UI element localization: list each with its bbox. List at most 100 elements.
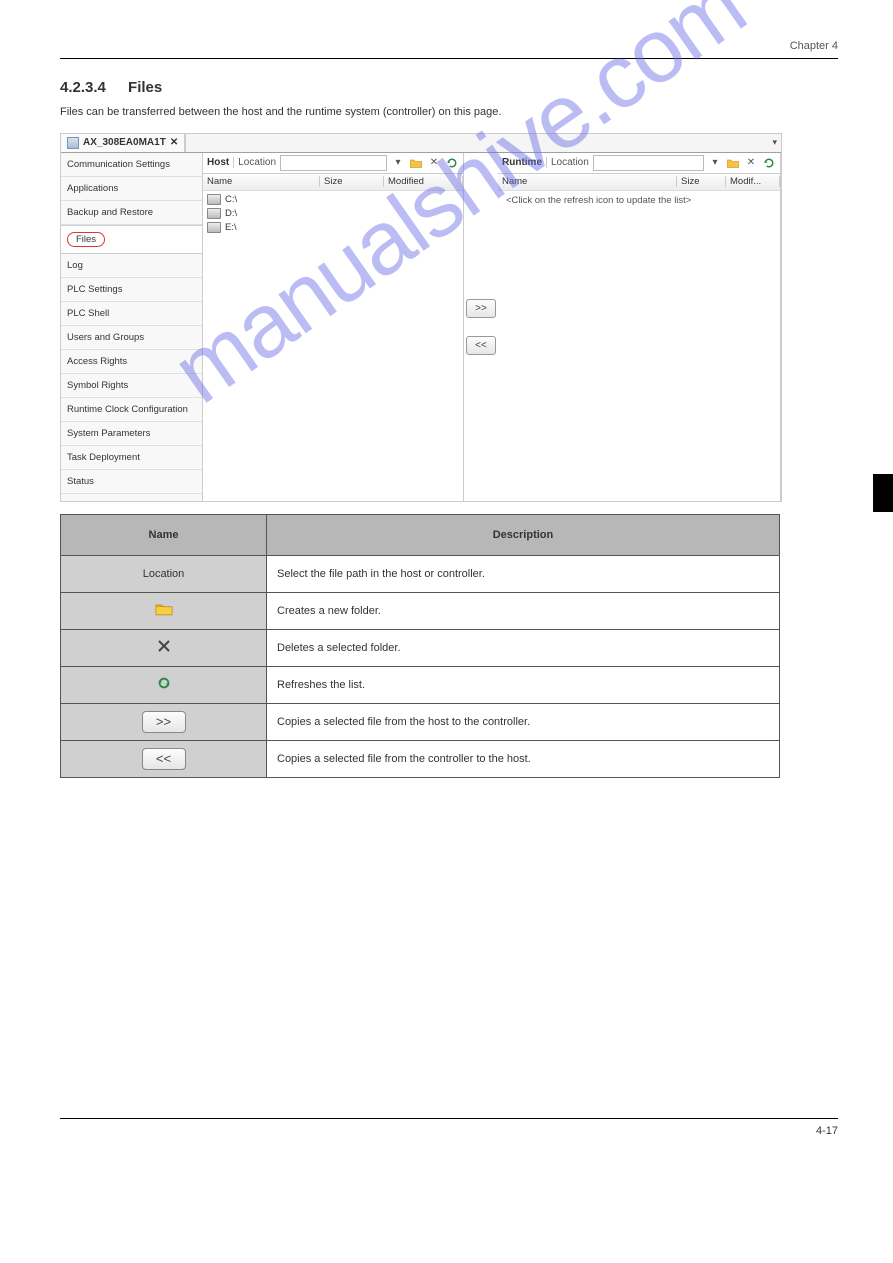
cell-refresh-icon — [61, 666, 267, 703]
sidebar-item-task-deployment[interactable]: Task Deployment — [61, 446, 202, 470]
cell-refresh-desc: Refreshes the list. — [267, 666, 780, 703]
settings-sidebar: Communication Settings Applications Back… — [61, 153, 203, 501]
files-screenshot: AX_308EA0MA1T ✕ ▾ Communication Settings… — [60, 133, 782, 502]
host-label: Host — [207, 157, 229, 168]
drive-row-e[interactable]: E:\ — [207, 221, 459, 235]
cell-toctrl-icon: >> — [61, 703, 267, 740]
sidebar-item-files-highlight: Files — [67, 232, 105, 247]
drive-label: C:\ — [225, 194, 237, 205]
runtime-location-input[interactable] — [593, 155, 704, 171]
sidebar-item-files[interactable]: Files — [61, 225, 202, 254]
drive-row-d[interactable]: D:\ — [207, 207, 459, 221]
header-right: Chapter 4 — [60, 40, 838, 58]
th-desc: Description — [267, 514, 780, 555]
cell-toctrl-desc: Copies a selected file from the host to … — [267, 703, 780, 740]
sidebar-item-system-parameters[interactable]: System Parameters — [61, 422, 202, 446]
host-refresh-icon[interactable] — [445, 156, 459, 170]
cell-tohost-desc: Copies a selected file from the controll… — [267, 740, 780, 777]
sidebar-item-communication-settings[interactable]: Communication Settings — [61, 153, 202, 177]
host-location-input[interactable] — [280, 155, 387, 171]
cell-folder-icon — [61, 592, 267, 629]
document-tab[interactable]: AX_308EA0MA1T ✕ — [61, 134, 185, 152]
table-row-folder: Creates a new folder. — [61, 592, 780, 629]
host-panel: Host Location ▾ ✕ Name Size Modified — [203, 153, 464, 501]
col-size[interactable]: Size — [320, 176, 384, 187]
host-new-folder-icon[interactable] — [409, 156, 423, 170]
runtime-delete-icon[interactable]: ✕ — [744, 156, 758, 170]
table-row-to-host: << Copies a selected file from the contr… — [61, 740, 780, 777]
document-tabstrip: AX_308EA0MA1T ✕ ▾ — [61, 134, 781, 153]
host-location-label: Location — [233, 157, 276, 168]
sidebar-item-applications[interactable]: Applications — [61, 177, 202, 201]
runtime-location-dropdown-icon[interactable]: ▾ — [708, 156, 722, 170]
transfer-buttons: >> << — [464, 153, 498, 501]
tabstrip-filler: ▾ — [185, 134, 781, 152]
runtime-columns: Name Size Modif... — [498, 174, 780, 191]
drive-icon — [207, 222, 221, 233]
host-location-dropdown-icon[interactable]: ▾ — [391, 156, 405, 170]
sidebar-item-runtime-clock[interactable]: Runtime Clock Configuration — [61, 398, 202, 422]
drive-icon — [207, 194, 221, 205]
runtime-refresh-icon[interactable] — [762, 156, 776, 170]
table-header-row: Name Description — [61, 514, 780, 555]
drive-icon — [207, 208, 221, 219]
device-icon — [67, 137, 79, 149]
table-row-to-controller: >> Copies a selected file from the host … — [61, 703, 780, 740]
drive-label: D:\ — [225, 208, 237, 219]
drive-row-c[interactable]: C:\ — [207, 193, 459, 207]
col-name[interactable]: Name — [203, 176, 320, 187]
copy-to-host-button[interactable]: << — [466, 336, 496, 355]
refresh-icon — [157, 676, 171, 690]
sidebar-item-plc-settings[interactable]: PLC Settings — [61, 278, 202, 302]
table-row-delete: Deletes a selected folder. — [61, 629, 780, 666]
sidebar-item-users-groups[interactable]: Users and Groups — [61, 326, 202, 350]
table-row-location: Location Select the file path in the hos… — [61, 555, 780, 592]
host-columns: Name Size Modified — [203, 174, 463, 191]
dropdown-icon[interactable]: ▾ — [772, 137, 777, 148]
runtime-label: Runtime — [502, 157, 542, 168]
table-row-refresh: Refreshes the list. — [61, 666, 780, 703]
th-name: Name — [61, 514, 267, 555]
section-heading: 4.2.3.4 Files — [60, 79, 838, 96]
section-intro: Files can be transferred between the hos… — [60, 104, 838, 121]
footer-rule — [60, 1118, 838, 1119]
sidebar-item-backup-restore[interactable]: Backup and Restore — [61, 201, 202, 225]
runtime-file-list[interactable]: <Click on the refresh icon to update the… — [498, 191, 780, 501]
page-footer: 4-17 — [60, 1125, 838, 1137]
runtime-panel: Runtime Location ▾ ✕ Name Size Modif... — [498, 153, 781, 501]
host-file-list[interactable]: C:\ D:\ E:\ — [203, 191, 463, 501]
cell-folder-desc: Creates a new folder. — [267, 592, 780, 629]
runtime-new-folder-icon[interactable] — [726, 156, 740, 170]
folder-icon — [155, 602, 173, 616]
copy-left-icon: << — [142, 748, 186, 770]
cell-tohost-icon: << — [61, 740, 267, 777]
sidebar-item-symbol-rights[interactable]: Symbol Rights — [61, 374, 202, 398]
host-delete-icon[interactable]: ✕ — [427, 156, 441, 170]
runtime-location-label: Location — [546, 157, 589, 168]
sidebar-item-access-rights[interactable]: Access Rights — [61, 350, 202, 374]
thumb-tab — [873, 474, 893, 512]
tab-title: AX_308EA0MA1T — [83, 137, 166, 148]
header-rule — [60, 58, 838, 59]
page-number: 4-17 — [816, 1125, 838, 1137]
col-size[interactable]: Size — [677, 176, 726, 187]
cell-delete-desc: Deletes a selected folder. — [267, 629, 780, 666]
section-number: 4.2.3.4 — [60, 79, 106, 96]
delete-icon — [157, 639, 171, 653]
description-table: Name Description Location Select the fil… — [60, 514, 780, 778]
drive-label: E:\ — [225, 222, 237, 233]
copy-to-runtime-button[interactable]: >> — [466, 299, 496, 318]
close-icon[interactable]: ✕ — [170, 137, 178, 148]
copy-right-icon: >> — [142, 711, 186, 733]
col-name[interactable]: Name — [498, 176, 677, 187]
runtime-placeholder-text: <Click on the refresh icon to update the… — [502, 193, 776, 208]
col-modified[interactable]: Modif... — [726, 176, 780, 187]
host-toolbar: Host Location ▾ ✕ — [203, 153, 463, 174]
cell-delete-icon — [61, 629, 267, 666]
col-modified[interactable]: Modified — [384, 176, 463, 187]
sidebar-item-status[interactable]: Status — [61, 470, 202, 494]
sidebar-item-plc-shell[interactable]: PLC Shell — [61, 302, 202, 326]
cell-location-desc: Select the file path in the host or cont… — [267, 555, 780, 592]
runtime-toolbar: Runtime Location ▾ ✕ — [498, 153, 780, 174]
sidebar-item-log[interactable]: Log — [61, 254, 202, 278]
